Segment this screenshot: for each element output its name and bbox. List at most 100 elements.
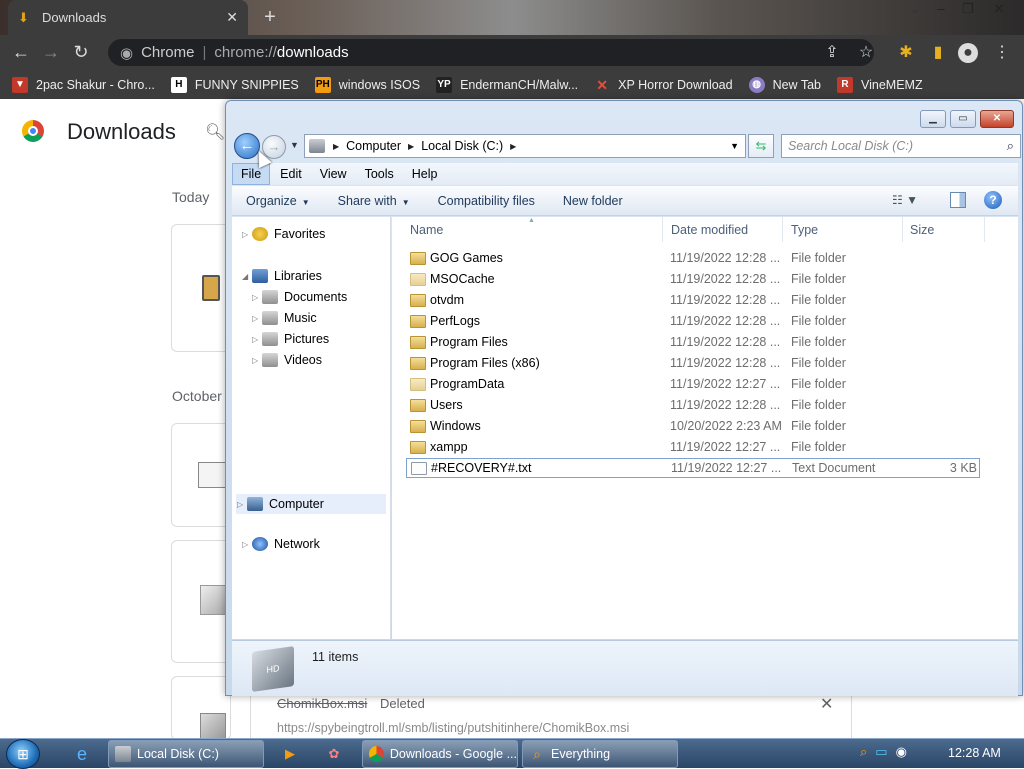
bookmark-2pac[interactable]: ▼ 2pac Shakur - Chro... (12, 76, 155, 93)
bookmark-windows-isos[interactable]: PH windows ISOS (314, 76, 420, 93)
bookmark-vinememz[interactable]: R VineMEMZ (837, 76, 923, 93)
close-window-button[interactable]: ✕ (986, 0, 1012, 20)
media-player-icon[interactable]: ▶ (270, 742, 310, 766)
menu-help[interactable]: Help (404, 164, 446, 184)
download-status: Deleted (380, 696, 425, 711)
task-downloads-chrome[interactable]: Downloads - Google ... (362, 740, 518, 768)
bookmark-star-icon[interactable]: ☆ (856, 43, 876, 63)
column-type[interactable]: Type (791, 223, 818, 237)
column-divider[interactable] (782, 217, 783, 242)
menu-view[interactable]: View (312, 164, 355, 184)
column-divider[interactable] (984, 217, 985, 242)
address-dropdown-icon[interactable]: ▼ (730, 141, 739, 151)
minimize-button[interactable]: – (928, 0, 954, 20)
breadcrumb-arrow-icon[interactable]: ▶ (408, 142, 414, 151)
explorer-maximize-button[interactable]: ▭ (950, 110, 976, 128)
new-folder-button[interactable]: New folder (549, 194, 637, 208)
column-size[interactable]: Size (910, 223, 934, 237)
column-name[interactable]: Name (410, 223, 443, 237)
table-row[interactable]: otvdm 11/19/2022 12:28 ... File folder (406, 290, 980, 310)
bookmark-endermanch[interactable]: YP EndermanCH/Malw... (436, 76, 578, 93)
bookmark-xp-horror[interactable]: ✕ XP Horror Download (594, 77, 732, 93)
menu-file[interactable]: File (232, 163, 271, 185)
column-date-modified[interactable]: Date modified (671, 223, 748, 237)
help-icon[interactable]: ? (984, 191, 1002, 209)
explorer-search-input[interactable]: Search Local Disk (C:) ⌕ (781, 134, 1021, 158)
download-card[interactable] (171, 423, 231, 527)
tab-search-icon[interactable]: ⌄ (902, 0, 928, 20)
recent-pages-icon[interactable]: ▼ (290, 140, 299, 150)
column-divider[interactable] (902, 217, 903, 242)
table-row[interactable]: Windows 10/20/2022 2:23 AM File folder (406, 416, 980, 436)
nav-favorites[interactable]: ▷ Favorites (242, 227, 325, 241)
nav-computer[interactable]: ▷ Computer (236, 494, 386, 514)
download-card[interactable] (171, 540, 231, 663)
tab-title: Downloads (42, 10, 107, 25)
everything-tray-icon[interactable]: ⌕ (860, 744, 867, 760)
remove-download-icon[interactable]: ✕ (820, 694, 833, 714)
task-everything[interactable]: ⌕ Everything (522, 740, 678, 768)
bookmark-new-tab[interactable]: ◍ New Tab (748, 76, 821, 93)
address-bar[interactable]: ◉ Chrome | chrome:// downloads (108, 39, 874, 66)
table-row[interactable]: GOG Games 11/19/2022 12:28 ... File folder (406, 248, 980, 268)
breadcrumb-computer[interactable]: Computer (346, 139, 401, 153)
section-october: October (172, 388, 222, 404)
share-icon[interactable]: ⇪ (822, 43, 842, 63)
extensions-icon[interactable]: ✱ (896, 43, 916, 63)
back-arrow-icon[interactable]: ← (6, 42, 36, 63)
task-local-disk[interactable]: Local Disk (C:) (108, 740, 264, 768)
forward-arrow-icon[interactable]: → (36, 42, 66, 63)
table-row[interactable]: xampp 11/19/2022 12:27 ... File folder (406, 437, 980, 457)
new-tab-button[interactable]: + (258, 5, 282, 29)
nav-videos[interactable]: ▷ Videos (252, 353, 322, 367)
nav-libraries[interactable]: ◢ Libraries (242, 269, 322, 283)
app-icon[interactable]: ✿ (314, 742, 354, 766)
download-card[interactable] (171, 676, 231, 740)
table-row[interactable]: ProgramData 11/19/2022 12:27 ... File fold… (406, 374, 980, 394)
download-file-name[interactable]: ChomikBox.msi (277, 696, 367, 711)
side-panel-icon[interactable]: ▮ (928, 43, 948, 63)
change-view-icon[interactable]: ☷ ▼ (892, 193, 918, 207)
table-row[interactable]: MSOCache 11/19/2022 12:28 ... File folder (406, 269, 980, 289)
volume-tray-icon[interactable]: ◉ (896, 744, 907, 760)
bookmark-funny-snippies[interactable]: H FUNNY SNIPPIES (170, 76, 299, 93)
expand-arrow-icon: ▷ (252, 292, 259, 302)
monitor-tray-icon[interactable]: ▭ (875, 744, 887, 760)
tab-downloads[interactable]: ⬇ Downloads ✕ (8, 0, 248, 35)
column-divider[interactable] (662, 217, 663, 242)
breadcrumb-arrow-icon[interactable]: ▶ (510, 142, 516, 151)
table-row[interactable]: PerfLogs 11/19/2022 12:28 ... File folder (406, 311, 980, 331)
refresh-button[interactable]: ⇆ (748, 134, 774, 158)
download-card[interactable] (171, 224, 231, 352)
explorer-close-button[interactable]: ✕ (980, 110, 1014, 128)
menu-edit[interactable]: Edit (272, 164, 310, 184)
reload-icon[interactable]: ↻ (66, 42, 96, 63)
explorer-minimize-button[interactable]: ▁ (920, 110, 946, 128)
breadcrumb-local-disk[interactable]: Local Disk (C:) (421, 139, 503, 153)
close-tab-icon[interactable]: ✕ (226, 9, 238, 26)
nav-documents[interactable]: ▷ Documents (252, 290, 347, 304)
organize-button[interactable]: Organize ▼ (232, 194, 324, 208)
clock[interactable]: 12:28 AM (948, 746, 1001, 760)
preview-pane-icon[interactable] (950, 192, 966, 208)
nav-music[interactable]: ▷ Music (252, 311, 317, 325)
start-button[interactable]: ⊞ (6, 739, 40, 769)
menu-tools[interactable]: Tools (357, 164, 402, 184)
nav-network[interactable]: ▷ Network (242, 537, 320, 551)
table-row[interactable]: Users 11/19/2022 12:28 ... File folder (406, 395, 980, 415)
restore-button[interactable]: ❐ (955, 0, 981, 20)
explorer-address-bar[interactable]: ▶ Computer ▶ Local Disk (C:) ▶ ▼ (304, 134, 746, 158)
internet-explorer-icon[interactable]: e (62, 742, 102, 766)
nav-pictures[interactable]: ▷ Pictures (252, 332, 329, 346)
breadcrumb-arrow-icon[interactable]: ▶ (333, 142, 339, 151)
search-icon[interactable]: 🔍︎ (205, 122, 225, 142)
download-url[interactable]: https://spybeingtroll.ml/smb/listing/put… (277, 721, 629, 735)
search-icon[interactable]: ⌕ (1007, 135, 1014, 157)
profile-avatar-icon[interactable]: ● (958, 43, 978, 63)
share-with-button[interactable]: Share with ▼ (324, 194, 424, 208)
table-row[interactable]: Program Files (x86) 11/19/2022 12:28 ... F… (406, 353, 980, 373)
table-row-selected[interactable]: #RECOVERY#.txt 11/19/2022 12:27 ... Text D… (406, 458, 980, 478)
compatibility-files-button[interactable]: Compatibility files (424, 194, 549, 208)
table-row[interactable]: Program Files 11/19/2022 12:28 ... File fo… (406, 332, 980, 352)
chrome-menu-icon[interactable]: ⋮ (992, 43, 1012, 63)
